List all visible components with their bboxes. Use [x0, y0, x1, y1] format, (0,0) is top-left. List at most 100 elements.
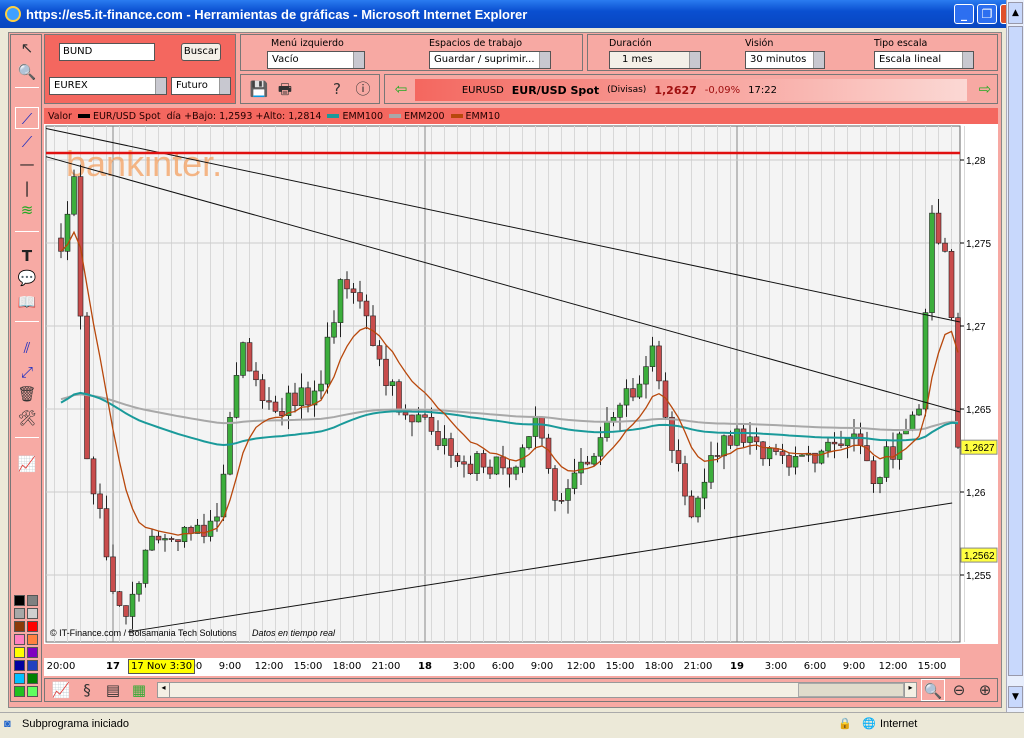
- candle-body: [383, 358, 389, 386]
- vision-label: Visión: [745, 38, 774, 49]
- link-icon[interactable]: §: [75, 679, 99, 701]
- help-icon[interactable]: ?: [325, 78, 349, 100]
- color-swatch[interactable]: [27, 647, 38, 658]
- color-swatch[interactable]: [27, 608, 38, 619]
- candle-body: [656, 345, 662, 382]
- actions-panel: 💾 🖶 ? ⓘ: [240, 74, 380, 104]
- save-icon[interactable]: 💾: [247, 78, 271, 100]
- candle-body: [669, 416, 675, 451]
- candle-body: [415, 414, 422, 423]
- color-swatch[interactable]: [14, 647, 25, 658]
- time-scrollbar[interactable]: ◂ ▸: [157, 682, 917, 698]
- vision-select[interactable]: 30 minutos: [745, 51, 825, 69]
- color-swatch[interactable]: [27, 621, 38, 632]
- scroll-thumb[interactable]: [1008, 26, 1023, 676]
- workspace-select[interactable]: Guardar / suprimir...: [429, 51, 551, 69]
- chart-type-icon[interactable]: 📈: [49, 679, 73, 701]
- color-swatch[interactable]: [14, 673, 25, 684]
- chevron-down-icon: [689, 52, 700, 68]
- candle-body: [792, 456, 799, 468]
- candle-body: [344, 279, 350, 290]
- color-swatch[interactable]: [27, 673, 38, 684]
- chevron-down-icon: [539, 52, 550, 68]
- color-swatch[interactable]: [27, 595, 38, 606]
- color-swatch[interactable]: [14, 686, 25, 697]
- table-icon[interactable]: ▦: [127, 679, 151, 701]
- x-tick-label: 12:00: [254, 661, 284, 672]
- ticker-time: 17:22: [748, 84, 777, 96]
- candle-body: [779, 451, 786, 456]
- maximize-button[interactable]: ❐: [977, 4, 997, 24]
- horizontal-line-icon[interactable]: —: [15, 153, 39, 175]
- scroll-up-arrow[interactable]: ▲: [1008, 2, 1023, 24]
- minimize-button[interactable]: _: [954, 4, 974, 24]
- search-input[interactable]: BUND: [59, 43, 155, 61]
- left-menu-select[interactable]: Vacío: [267, 51, 365, 69]
- candle-body: [500, 456, 506, 469]
- duration-select[interactable]: 1 mes: [609, 51, 701, 69]
- zoom-out-icon[interactable]: ⊖: [947, 679, 971, 701]
- candle-body: [240, 342, 246, 376]
- chart-legend: Valor EUR/USD Spot día +Bajo: 1,2593 +Al…: [44, 108, 998, 124]
- trendline-icon[interactable]: ⟋: [15, 107, 39, 129]
- market-select[interactable]: EUREX: [49, 77, 167, 95]
- tools-icon[interactable]: 🛠: [15, 407, 39, 429]
- vertical-line-icon[interactable]: |: [15, 177, 39, 199]
- trash-icon[interactable]: 🗑: [15, 383, 39, 405]
- price-chart[interactable]: bankinter. 1,281,2751,271,2651,261,2551,…: [44, 124, 998, 644]
- color-swatch[interactable]: [27, 634, 38, 645]
- book-icon[interactable]: 📖: [15, 291, 39, 313]
- candle-body: [110, 556, 116, 592]
- scroll-left-arrow[interactable]: ◂: [158, 683, 170, 697]
- candle-body: [539, 416, 545, 439]
- zoom-icon[interactable]: 🔍: [15, 61, 39, 83]
- x-tick-label: 21:00: [683, 661, 713, 672]
- zoom-in-icon[interactable]: ⊕: [973, 679, 997, 701]
- x-tick-label: 12:00: [878, 661, 908, 672]
- candle-body: [929, 212, 935, 313]
- list-icon[interactable]: ▤: [101, 679, 125, 701]
- market-value: EUREX: [54, 80, 88, 91]
- color-swatch[interactable]: [14, 634, 25, 645]
- color-swatch[interactable]: [27, 686, 38, 697]
- type-select[interactable]: Futuro: [171, 77, 231, 95]
- color-swatch[interactable]: [14, 608, 25, 619]
- candle-body: [84, 315, 90, 460]
- text-icon[interactable]: T: [15, 245, 39, 267]
- search-button[interactable]: Buscar: [181, 43, 221, 61]
- zoom-fit-icon[interactable]: 🔍: [921, 679, 945, 701]
- scroll-thumb[interactable]: [798, 683, 904, 697]
- color-swatch[interactable]: [14, 595, 25, 606]
- print-icon[interactable]: 🖶: [273, 78, 297, 100]
- title-bar: https://es5.it-finance.com - Herramienta…: [0, 0, 1024, 28]
- candle-body: [389, 381, 396, 386]
- candle-body: [318, 383, 324, 392]
- color-swatch[interactable]: [14, 660, 25, 671]
- candle-body: [922, 312, 929, 410]
- channel-icon[interactable]: ⤢: [15, 361, 39, 383]
- info-icon[interactable]: ⓘ: [351, 78, 375, 100]
- candle-body: [526, 436, 532, 449]
- candle-body: [597, 437, 604, 457]
- parallel-lines-icon[interactable]: ⫽: [15, 337, 39, 359]
- scroll-right-arrow[interactable]: ▸: [904, 683, 916, 697]
- page-scrollbar[interactable]: ▲ ▼: [1006, 0, 1024, 712]
- pointer-icon[interactable]: ↖: [15, 37, 39, 59]
- candle-body: [857, 433, 864, 446]
- candle-body: [454, 455, 461, 463]
- x-tick-label: 9:00: [530, 661, 554, 672]
- scale-select[interactable]: Escala lineal: [874, 51, 974, 69]
- candle-body: [357, 292, 363, 302]
- next-chart-icon[interactable]: ⇨: [973, 78, 997, 100]
- fibonacci-icon[interactable]: ≋: [15, 199, 39, 221]
- comment-icon[interactable]: 💬: [15, 267, 39, 289]
- scroll-down-arrow[interactable]: ▼: [1008, 686, 1023, 708]
- x-tick-label: 20:00: [46, 661, 76, 672]
- indicator-icon[interactable]: 📈: [15, 453, 39, 475]
- candle-body: [584, 461, 591, 465]
- y-tick-label: 1,26: [966, 488, 986, 499]
- extended-line-icon[interactable]: ⟋: [15, 131, 39, 153]
- color-swatch[interactable]: [27, 660, 38, 671]
- color-swatch[interactable]: [14, 621, 25, 632]
- previous-chart-icon[interactable]: ⇦: [389, 78, 413, 100]
